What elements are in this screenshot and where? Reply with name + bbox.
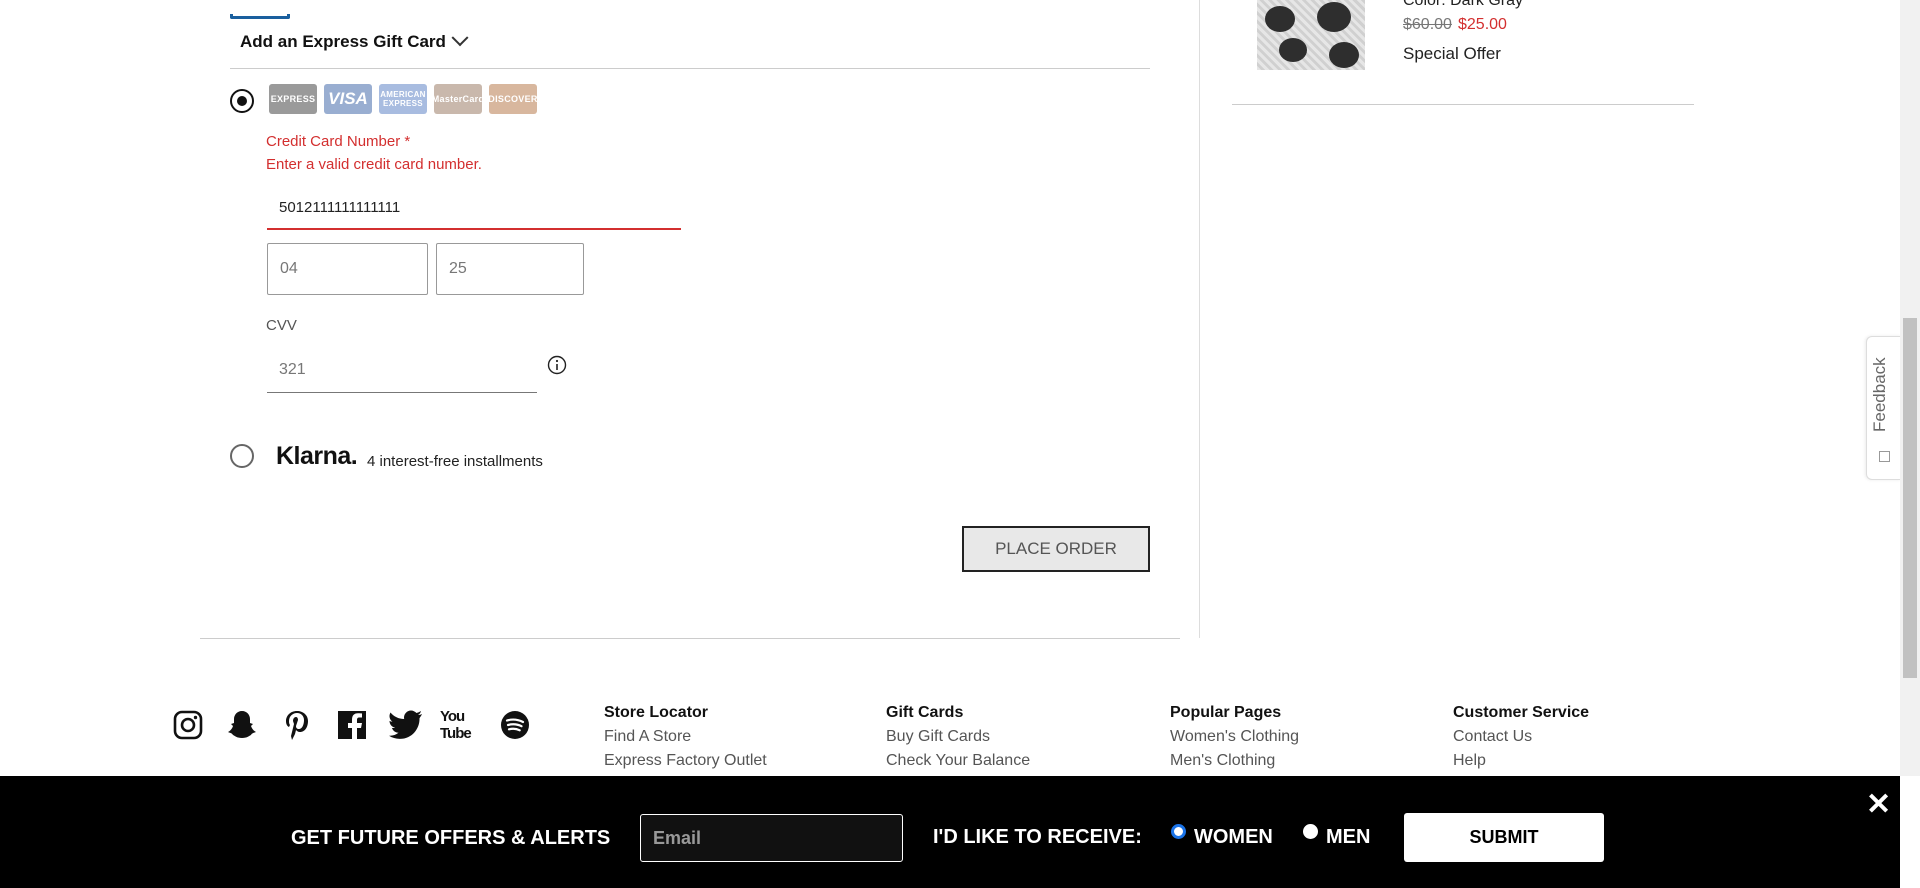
- feedback-label: Feedback: [1870, 357, 1889, 432]
- footer-link-womens-clothing[interactable]: Women's Clothing: [1170, 728, 1299, 746]
- column-divider: [1199, 0, 1200, 638]
- youtube-icon[interactable]: You Tube: [440, 707, 480, 743]
- klarna-radio[interactable]: [230, 444, 254, 468]
- scrollbar-thumb[interactable]: [1903, 318, 1917, 678]
- women-radio[interactable]: [1171, 824, 1186, 839]
- card-brand-logos: EXPRESS VISA AMERICAN EXPRESS MasterCard…: [269, 84, 537, 114]
- credit-card-number-input[interactable]: 5012111111111111: [267, 186, 681, 230]
- express-card-icon: EXPRESS: [269, 84, 317, 114]
- credit-card-error: Enter a valid credit card number.: [266, 156, 482, 173]
- men-option-label[interactable]: MEN: [1326, 826, 1370, 849]
- cvv-label: CVV: [266, 317, 297, 334]
- product-color: Color: Dark Gray: [1403, 0, 1524, 9]
- signup-email-input[interactable]: Email: [640, 814, 903, 862]
- active-tab-indicator: [230, 14, 290, 19]
- expiry-month-input[interactable]: 04: [267, 243, 428, 295]
- chevron-down-icon: [451, 29, 469, 47]
- footer-heading-store-locator[interactable]: Store Locator: [604, 704, 708, 722]
- spotify-icon[interactable]: [497, 707, 533, 743]
- product-sale-price: $25.00: [1458, 16, 1507, 33]
- facebook-icon[interactable]: [334, 707, 370, 743]
- footer-link-find-store[interactable]: Find A Store: [604, 728, 691, 746]
- cvv-input[interactable]: 321: [267, 347, 537, 393]
- mastercard-icon: MasterCard: [432, 84, 484, 114]
- feedback-tab[interactable]: Feedback: [1866, 336, 1901, 480]
- pinterest-icon[interactable]: [279, 707, 315, 743]
- feedback-icon: [1879, 451, 1890, 462]
- signup-title: GET FUTURE OFFERS & ALERTS: [291, 827, 611, 849]
- footer-link-help[interactable]: Help: [1453, 752, 1486, 770]
- express-gift-card-toggle[interactable]: Add an Express Gift Card: [240, 29, 469, 52]
- divider: [200, 638, 1180, 639]
- signup-submit-button[interactable]: SUBMIT: [1404, 813, 1604, 862]
- footer-link-mens-clothing[interactable]: Men's Clothing: [1170, 752, 1275, 770]
- place-order-button[interactable]: PLACE ORDER: [962, 526, 1150, 572]
- credit-card-label: Credit Card Number *: [266, 133, 411, 150]
- youtube-icon-text: You Tube: [440, 708, 472, 742]
- footer-link-contact-us[interactable]: Contact Us: [1453, 728, 1532, 746]
- footer-link-factory-outlet[interactable]: Express Factory Outlet: [604, 752, 767, 770]
- expiry-year-input[interactable]: 25: [436, 243, 584, 295]
- divider: [230, 68, 1150, 69]
- footer-link-check-balance[interactable]: Check Your Balance: [886, 752, 1030, 770]
- instagram-icon[interactable]: [170, 707, 206, 743]
- product-offer-label: Special Offer: [1403, 44, 1501, 63]
- klarna-logo: Klarna.: [276, 442, 358, 470]
- snapchat-icon[interactable]: [224, 707, 260, 743]
- product-original-price: $60.00: [1403, 16, 1452, 33]
- amex-card-icon: AMERICAN EXPRESS: [379, 84, 427, 114]
- twitter-icon[interactable]: [388, 707, 424, 743]
- footer-heading-customer-service[interactable]: Customer Service: [1453, 704, 1589, 722]
- close-icon[interactable]: ✕: [1866, 790, 1891, 820]
- women-option-label[interactable]: WOMEN: [1194, 826, 1273, 849]
- product-thumbnail[interactable]: [1257, 0, 1365, 70]
- divider: [1232, 104, 1694, 105]
- discover-card-icon: DISCOVER: [488, 84, 537, 114]
- klarna-installments-text: 4 interest-free installments: [367, 453, 543, 470]
- men-radio[interactable]: [1303, 824, 1318, 839]
- visa-card-icon: VISA: [324, 84, 372, 114]
- gift-card-toggle-label: Add an Express Gift Card: [240, 32, 446, 51]
- receive-label: I'D LIKE TO RECEIVE:: [933, 826, 1142, 848]
- credit-card-radio[interactable]: [230, 89, 254, 113]
- footer-link-buy-gift-cards[interactable]: Buy Gift Cards: [886, 728, 990, 746]
- footer-heading-gift-cards[interactable]: Gift Cards: [886, 704, 963, 722]
- footer-heading-popular-pages[interactable]: Popular Pages: [1170, 704, 1281, 722]
- info-icon[interactable]: [547, 355, 567, 375]
